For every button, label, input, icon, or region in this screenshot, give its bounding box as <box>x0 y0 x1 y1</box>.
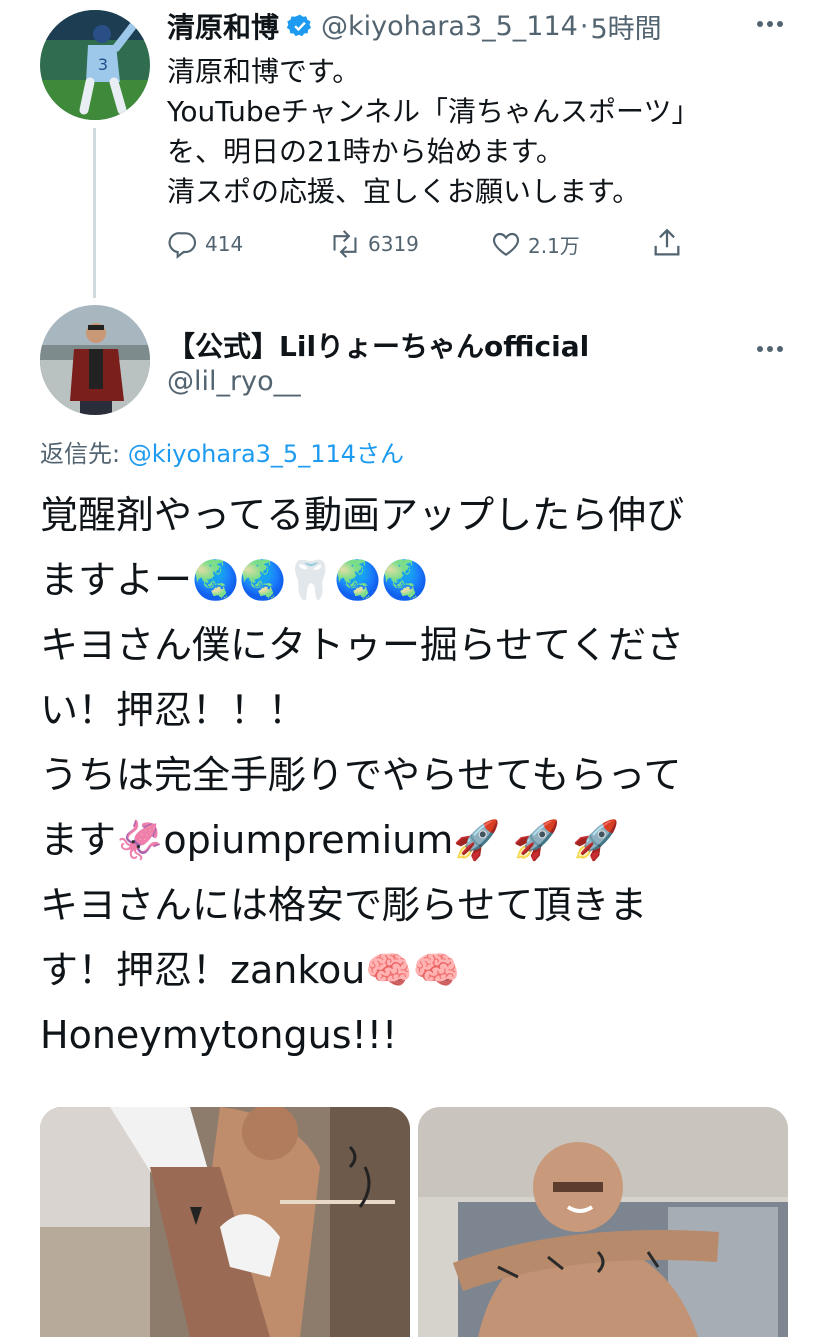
like-icon <box>492 232 520 256</box>
retweet-button[interactable]: 6319 <box>328 228 419 260</box>
reply-button[interactable]: 414 <box>167 228 243 260</box>
more-icon[interactable] <box>755 335 785 360</box>
avatar[interactable] <box>40 305 150 415</box>
reply-to-line: 返信先: @kiyohara3_5_114さん <box>40 434 404 469</box>
verified-badge-icon <box>286 13 313 39</box>
tweet-line: YouTubeチャンネル「清ちゃんスポーツ」 <box>167 95 700 128</box>
reply-to-prefix: 返信先: <box>40 440 128 468</box>
media-image[interactable] <box>40 1107 410 1337</box>
tweet-line: を、明日の21時から始めます。 <box>167 135 564 168</box>
author-name[interactable]: 清原和博 <box>167 6 279 46</box>
author-handle[interactable]: @kiyohara3_5_114 <box>321 11 578 42</box>
like-count: 2.1万 <box>528 233 580 258</box>
separator: · <box>579 10 589 42</box>
retweet-icon <box>333 230 357 258</box>
share-icon <box>654 228 680 256</box>
tweet-text: 清原和博です。 YouTubeチャンネル「清ちゃんスポーツ」 を、明日の21時か… <box>167 52 699 212</box>
timestamp[interactable]: 5時間 <box>590 7 661 46</box>
reply-icon <box>168 232 197 259</box>
reply-text: 覚醒剤やってる動画アップしたら伸び ますよー🌏🌏🦷🌏🌏 キヨさん僕にタトゥー掘ら… <box>40 493 685 1057</box>
reply-to-handle-link[interactable]: @kiyohara3_5_114さん <box>128 440 404 468</box>
reply-author-name[interactable]: 【公式】Lilりょーちゃんofficial <box>167 325 589 365</box>
tweet-header: 清原和博 @kiyohara3_5_114 · 5時間 <box>167 6 662 46</box>
avatar[interactable]: 3 <box>40 10 150 120</box>
tweet-line: 清スポの応援、宜しくお願いします。 <box>167 175 641 208</box>
thread-line <box>93 128 96 298</box>
reply-author-handle[interactable]: @lil_ryo__ <box>167 366 301 397</box>
like-button[interactable]: 2.1万 <box>490 228 580 260</box>
share-button[interactable] <box>650 226 684 260</box>
retweet-count: 6319 <box>368 232 419 256</box>
svg-text:3: 3 <box>98 55 108 74</box>
tweet-line: 清原和博です。 <box>167 55 361 88</box>
reply-count: 414 <box>205 232 244 256</box>
more-icon[interactable] <box>755 10 785 35</box>
media-image[interactable] <box>418 1107 788 1337</box>
